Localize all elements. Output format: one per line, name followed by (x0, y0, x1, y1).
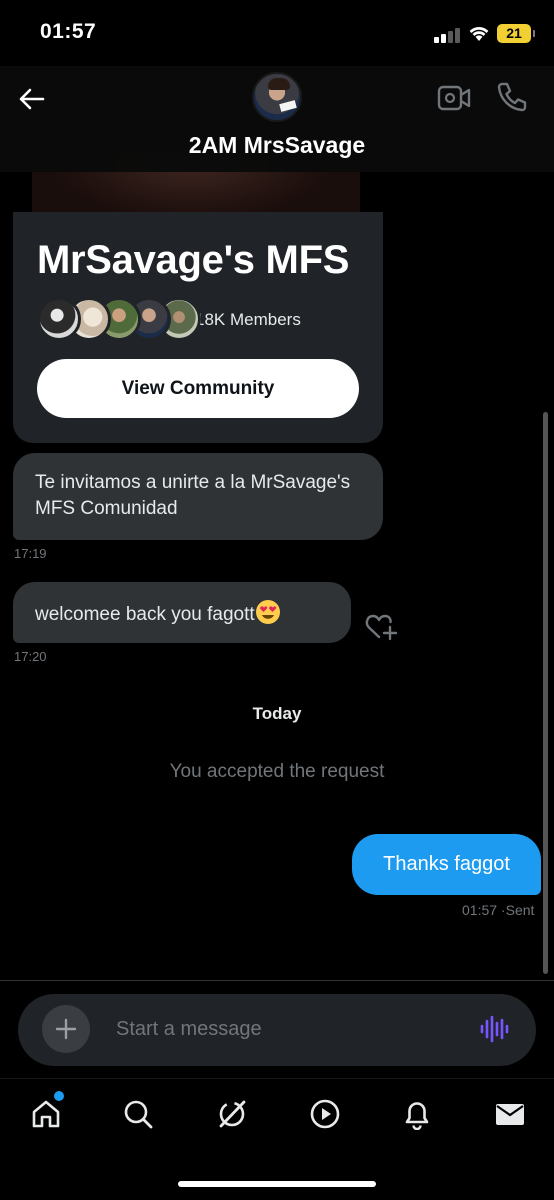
status-bar: 01:57 21 (0, 0, 554, 66)
nav-notifications[interactable] (397, 1094, 437, 1134)
day-divider: Today (252, 704, 302, 723)
bell-icon (405, 1102, 429, 1130)
view-community-button[interactable]: View Community (37, 359, 359, 418)
member-count: 18K Members (195, 310, 301, 329)
add-media-button[interactable] (42, 1005, 90, 1053)
contact-name[interactable]: 2AM MrsSavage (0, 132, 554, 159)
message-input[interactable] (116, 1013, 456, 1045)
video-call-icon[interactable] (436, 82, 472, 114)
grok-icon (219, 1100, 246, 1128)
nav-grok[interactable] (212, 1094, 252, 1134)
nav-video[interactable] (305, 1094, 345, 1134)
scrollbar[interactable] (543, 412, 548, 974)
community-title: MrSavage's MFS (37, 238, 350, 282)
search-icon (124, 1100, 153, 1129)
mail-icon (496, 1104, 524, 1125)
member-avatar (37, 297, 81, 341)
sent-status: 01:57 ·Sent (462, 902, 535, 918)
delivery-status: Sent (505, 902, 535, 918)
system-message: You accepted the request (169, 761, 385, 782)
community-invite-card: MrSavage's MFS 18K Members View Communit… (13, 212, 383, 443)
phone-call-icon[interactable] (495, 80, 529, 114)
status-time: 01:57 (40, 20, 97, 43)
arrow-left-icon (19, 88, 45, 110)
message-bubble-received[interactable]: Te invitamos a unirte a la MrSavage's MF… (13, 453, 383, 540)
message-timestamp: 17:20 (14, 649, 47, 664)
wifi-icon (469, 26, 489, 41)
home-indicator[interactable] (178, 1181, 376, 1187)
home-icon (32, 1100, 60, 1128)
back-button[interactable] (14, 82, 48, 116)
nav-messages[interactable] (490, 1094, 530, 1134)
message-text: Te invitamos a unirte a la MrSavage's MF… (35, 472, 351, 519)
plus-icon (55, 1018, 77, 1040)
add-reaction-icon[interactable] (364, 610, 398, 642)
voice-message-icon[interactable] (478, 1012, 512, 1046)
message-bubble-sent[interactable]: Thanks faggot (352, 834, 541, 895)
cellular-signal-icon (434, 27, 462, 43)
message-text: Thanks faggot (383, 853, 510, 875)
message-timestamp: 17:19 (14, 546, 47, 561)
battery-indicator: 21 (497, 24, 535, 43)
conversation-header: 2AM MrsSavage (0, 66, 554, 172)
contact-avatar[interactable] (252, 72, 302, 122)
message-text: welcomee back you fagott (35, 604, 255, 625)
heart-eyes-emoji-icon (255, 600, 280, 624)
message-bubble-received[interactable]: welcomee back you fagott (13, 582, 351, 643)
nav-search[interactable] (118, 1094, 158, 1134)
play-circle-icon (310, 1099, 340, 1129)
notification-dot (54, 1091, 64, 1101)
message-timestamp: 01:57 (462, 902, 498, 918)
